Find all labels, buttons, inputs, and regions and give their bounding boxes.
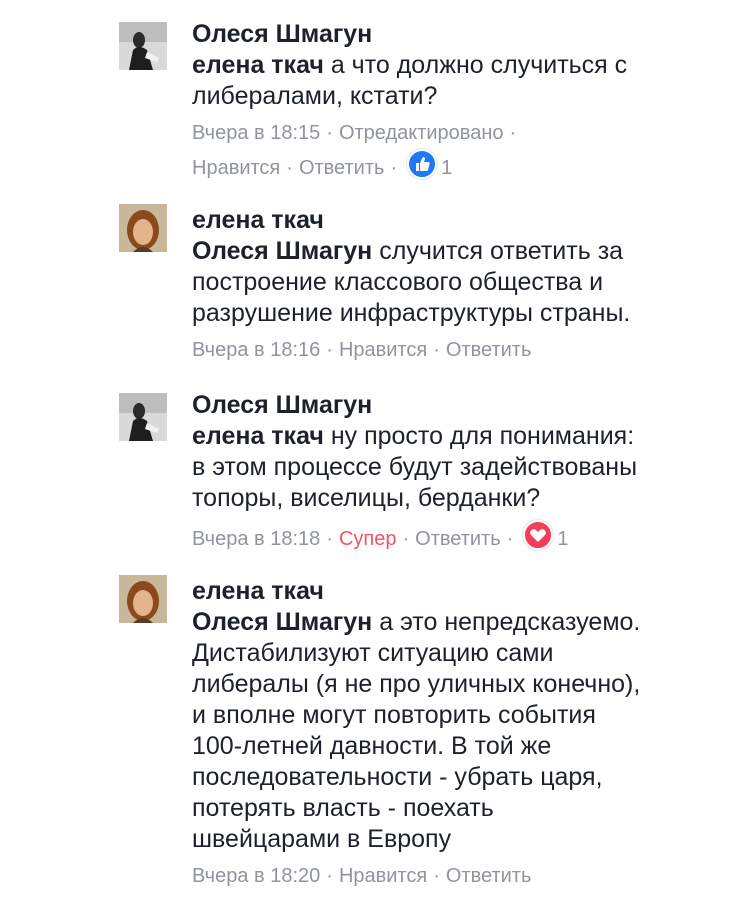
mention-link[interactable]: елена ткач xyxy=(192,51,324,79)
reply-button[interactable]: Ответить xyxy=(415,528,501,550)
comment-text-line: разрушение инфраструктуры страны. xyxy=(192,299,631,327)
comment-text-line: 100-летней давности. В той же xyxy=(192,732,552,760)
comment-meta: Вчера в 18:15 · Отредактировано · Нравится ·… xyxy=(192,118,722,184)
timestamp-link[interactable]: Вчера в 18:20 xyxy=(192,865,320,887)
reply-button[interactable]: Ответить xyxy=(446,339,532,361)
comment-meta: Вчера в 18:16 · Нравится · Ответить xyxy=(192,335,722,366)
separator-dot: · xyxy=(286,157,293,179)
separator-dot: · xyxy=(326,122,333,144)
like-icon[interactable] xyxy=(407,149,438,179)
separator-dot: · xyxy=(326,865,333,887)
comment-text-line: последовательности - убрать царя, xyxy=(192,763,603,791)
comment-text: Олеся Шмагун а это непредсказуемо. Дистаб… xyxy=(192,607,722,855)
comment-text-line: либералы (я не про уличных конечно), xyxy=(192,670,641,698)
mention-link[interactable]: Олеся Шмагун xyxy=(192,608,372,636)
separator-dot: · xyxy=(506,528,514,550)
separator-dot: · xyxy=(326,339,333,361)
comment-text-line: потерять власть - поехать xyxy=(192,794,494,822)
separator-dot: · xyxy=(390,157,398,179)
reaction-count[interactable]: 1 xyxy=(557,528,568,550)
comment-text: елена ткач а что должно случиться с либер… xyxy=(192,50,722,112)
comment-meta: Вчера в 18:18 · Супер · Ответить · 1 xyxy=(192,520,722,555)
comment-text-line: а это непредсказуемо. xyxy=(372,608,641,636)
comment-text-line: ну просто для понимания: xyxy=(323,422,635,450)
mention-link[interactable]: елена ткач xyxy=(192,422,324,450)
separator-dot: · xyxy=(402,528,410,550)
avatar[interactable] xyxy=(119,22,167,70)
comment-text-line: случится ответить за xyxy=(372,237,624,265)
comment-text-line: в этом процессе будут задействованы xyxy=(192,453,638,481)
separator-dot: · xyxy=(433,339,440,361)
comment-text-line: топоры, виселицы, берданки? xyxy=(192,484,541,512)
edited-link[interactable]: Отредактировано xyxy=(339,122,504,144)
comment-author[interactable]: Олеся Шмагун xyxy=(192,389,722,421)
avatar[interactable] xyxy=(119,393,167,441)
reply-button[interactable]: Ответить xyxy=(299,157,385,179)
avatar[interactable] xyxy=(119,204,167,252)
avatar[interactable] xyxy=(119,575,167,623)
avatar-photo-icon xyxy=(119,204,167,252)
avatar-photo-icon xyxy=(119,575,167,623)
comment-author[interactable]: елена ткач xyxy=(192,204,722,236)
comment-text-line: и вполне могут повторить события xyxy=(192,701,596,729)
like-button[interactable]: Нравится xyxy=(339,339,427,361)
avatar-photo-icon xyxy=(119,22,167,70)
comment-text-line: а что должно случиться с xyxy=(323,51,628,79)
reaction-count[interactable]: 1 xyxy=(441,157,452,179)
comment-meta: Вчера в 18:20 · Нравится · Ответить xyxy=(192,861,722,892)
comment-text-line: построение классового общества и xyxy=(192,268,604,296)
separator-dot: · xyxy=(509,122,517,144)
comment-author[interactable]: елена ткач xyxy=(192,575,722,607)
like-button[interactable]: Нравится xyxy=(192,157,280,179)
comment-text-line: Дистабилизуют ситуацию сами xyxy=(192,639,554,667)
reply-button[interactable]: Ответить xyxy=(446,865,532,887)
mention-link[interactable]: Олеся Шмагун xyxy=(192,237,372,265)
heart-icon[interactable] xyxy=(523,520,554,550)
timestamp-link[interactable]: Вчера в 18:18 xyxy=(192,528,320,550)
like-button[interactable]: Нравится xyxy=(339,865,427,887)
timestamp-link[interactable]: Вчера в 18:15 xyxy=(192,122,320,144)
comment-text-line: либералами, кстати? xyxy=(192,82,438,110)
comment-text: Олеся Шмагун случится ответить за построе… xyxy=(192,236,722,329)
separator-dot: · xyxy=(433,865,440,887)
comment-text-line: швейцарами в Европу xyxy=(192,825,452,853)
super-reaction-button[interactable]: Супер xyxy=(339,528,397,550)
comment-text: елена ткач ну просто для понимания: в это… xyxy=(192,421,722,514)
separator-dot: · xyxy=(326,528,333,550)
timestamp-link[interactable]: Вчера в 18:16 xyxy=(192,339,320,361)
comment-author[interactable]: Олеся Шмагун xyxy=(192,18,722,50)
avatar-photo-icon xyxy=(119,393,167,441)
